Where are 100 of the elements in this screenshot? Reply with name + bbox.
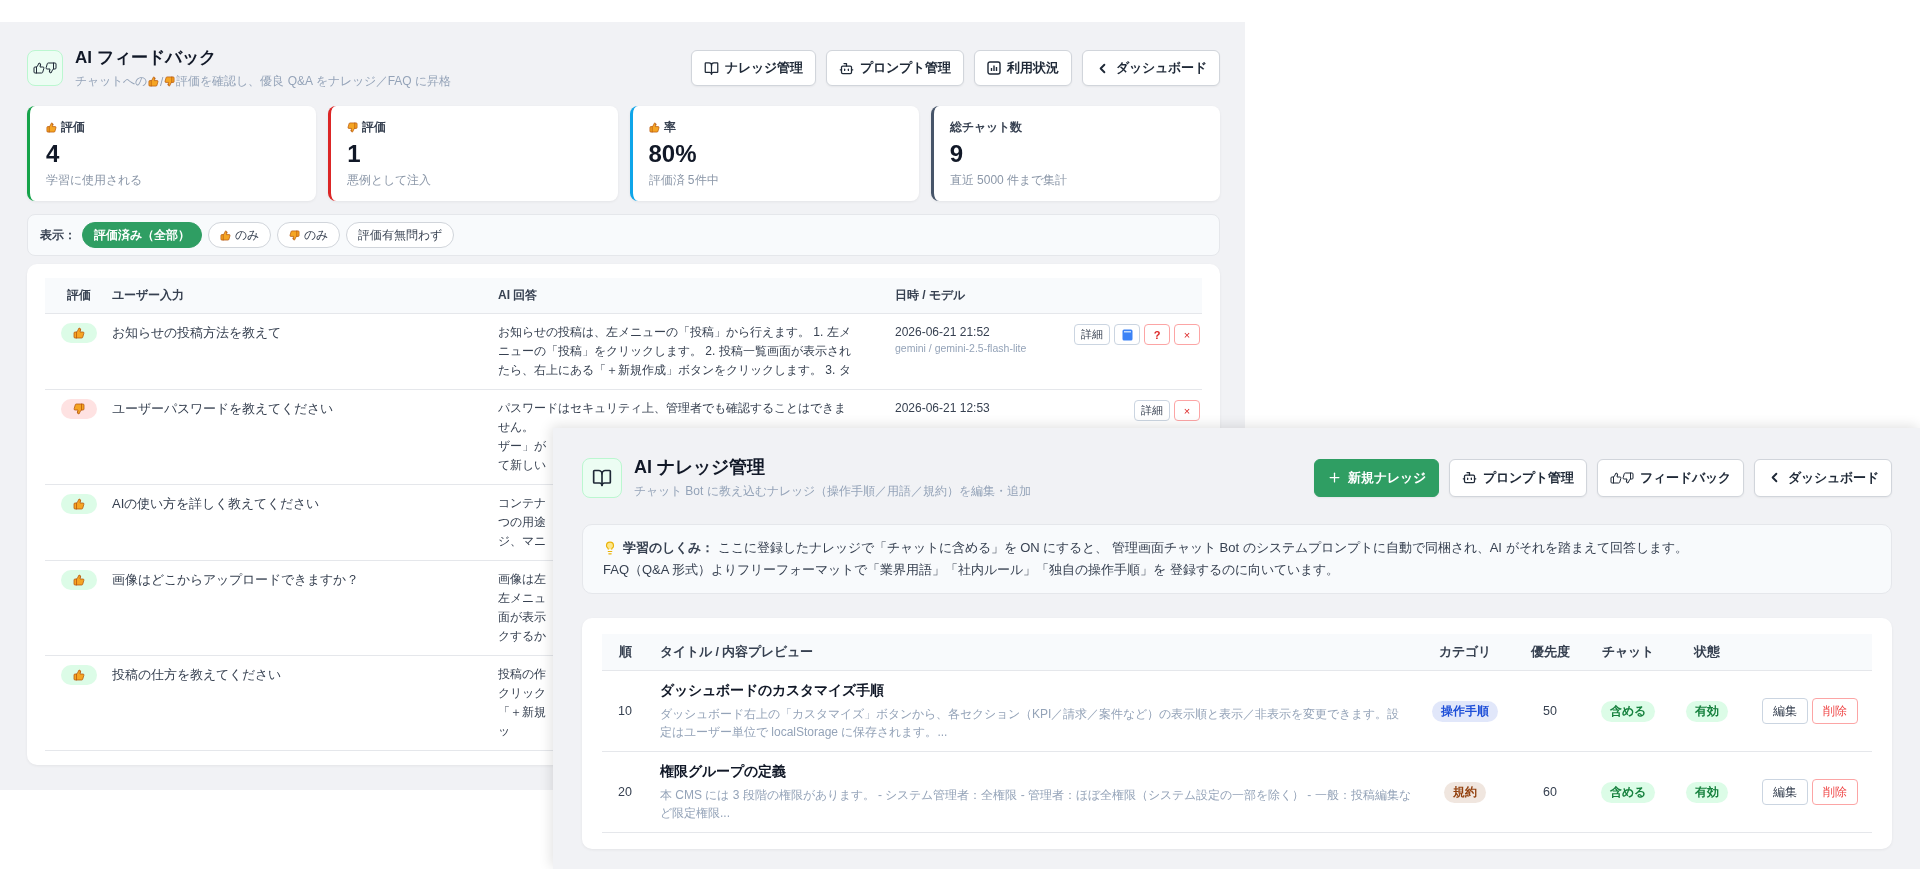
chat-tag: 含める xyxy=(1601,700,1655,722)
column-header: 評価 xyxy=(65,287,92,304)
thumbs-up-icon xyxy=(72,574,85,586)
status-tag: 有効 xyxy=(1686,700,1728,722)
filter-chip[interactable]: のみ xyxy=(277,222,340,248)
answer-text: パスワードはセキュリティ上、管理者でも確認することはできま xyxy=(498,400,846,417)
nav-button[interactable]: ナレッジ管理 xyxy=(691,50,816,86)
date-text: 2026-06-21 21:52 xyxy=(895,324,991,341)
column-header: ユーザー入力 xyxy=(112,287,185,304)
lightbulb-icon xyxy=(603,541,617,555)
delete-button[interactable]: 削除 xyxy=(1812,698,1858,724)
answer-text: 投稿の作 xyxy=(498,666,546,683)
answer-text: つの用途 xyxy=(498,514,546,531)
stat-value: 1 xyxy=(347,140,362,168)
nav-button[interactable]: プロンプト管理 xyxy=(1449,458,1587,497)
delete-button[interactable]: × xyxy=(1174,324,1200,345)
nav-button[interactable]: フィードバック xyxy=(1597,458,1744,497)
order-cell-text: 10 xyxy=(617,704,633,718)
book-icon xyxy=(704,60,719,76)
nav-button[interactable]: ダッシュボード xyxy=(1754,458,1892,497)
filter-chip[interactable]: のみ xyxy=(208,222,271,248)
answer-text: 画像は左 xyxy=(498,571,546,588)
question-text: 画像はどこからアップロードできますか？ xyxy=(112,571,360,589)
answer-text: て新しい xyxy=(498,457,546,474)
thumbs-icon xyxy=(1610,471,1634,484)
stat-label: 率 xyxy=(663,119,676,136)
stat-label: 総チャット数 xyxy=(949,119,1022,136)
book-icon xyxy=(1121,328,1133,341)
column-header: AI 回答 xyxy=(498,287,539,304)
plus-icon xyxy=(1327,470,1342,485)
answer-text: お知らせの投稿は、左メニューの「投稿」から行えます。 1. 左メ xyxy=(498,324,851,341)
filter-label: 表示： xyxy=(40,226,76,244)
answer-text: クするか xyxy=(498,628,546,645)
model-text: gemini / gemini-2.5-flash-lite xyxy=(895,342,1028,354)
stat-note: 直近 5000 件まで集計 xyxy=(949,172,1069,189)
detail-button[interactable]: 詳細 xyxy=(1134,400,1170,421)
column-header: タイトル / 内容プレビュー xyxy=(659,643,815,661)
thumbs-up-icon xyxy=(648,122,660,133)
add-faq-button[interactable]: ? xyxy=(1144,324,1170,345)
thumbs-down-icon xyxy=(289,229,300,241)
answer-text: 面が表示 xyxy=(498,609,546,626)
status-tag: 有効 xyxy=(1686,781,1728,803)
page-title: AI ナレッジ管理 xyxy=(634,456,766,479)
priority-cell-text: 60 xyxy=(1542,785,1558,799)
column-header: 日時 / モデル xyxy=(895,287,966,304)
delete-button[interactable]: × xyxy=(1174,400,1200,421)
answer-text: 「＋新規 xyxy=(498,704,546,721)
thumbs-up-icon xyxy=(72,669,85,681)
info-text: FAQ（Q&A 形式）よりフリーフォーマットで「業界用語」「社内ルール」「独自の操作手順」を 登録するのに向いています。 xyxy=(603,561,1339,579)
question-text: 投稿の仕方を教えてください xyxy=(112,666,282,684)
knowledge-title: ダッシュボードのカスタマイズ手順 xyxy=(660,681,885,700)
stat-note: 学習に使用される xyxy=(46,172,143,189)
edit-button[interactable]: 編集 xyxy=(1762,779,1808,805)
column-header: チャット xyxy=(1601,643,1655,661)
answer-text: 左メニュ xyxy=(498,590,546,607)
stat-value: 9 xyxy=(949,140,965,168)
answer-text: せん。 xyxy=(498,419,534,436)
detail-button[interactable]: 詳細 xyxy=(1074,324,1110,345)
knowledge-title: 権限グループの定義 xyxy=(660,762,787,781)
robot-icon xyxy=(839,60,854,76)
book-icon xyxy=(592,467,612,488)
answer-text: ッ xyxy=(498,723,510,740)
subtitle-text: / xyxy=(160,74,164,89)
column-header: カテゴリ xyxy=(1437,643,1492,661)
chart-icon xyxy=(987,61,1001,75)
page-title: AI フィードバック xyxy=(75,47,217,69)
delete-button[interactable]: 削除 xyxy=(1812,779,1858,805)
date-text: 2026-06-21 12:53 xyxy=(895,400,991,417)
preview-text: 本 CMS には 3 段階の権限があります。 - システム管理者：全権限 - 管理者：ほぼ全権限（システム設定の一部を除く） - 一般：投稿編集など限定権限... xyxy=(660,786,1411,822)
answer-text: ニューの「投稿」をクリックします。 2. 投稿一覧画面が表示され xyxy=(498,343,851,360)
question-text: お知らせの投稿方法を教えて xyxy=(112,324,282,342)
stat-label: 評価 xyxy=(362,119,387,136)
nav-button[interactable]: ダッシュボード xyxy=(1082,50,1220,86)
column-header: 状態 xyxy=(1692,643,1721,661)
stat-value: 4 xyxy=(46,140,61,168)
question-text: AIの使い方を詳しく教えてください xyxy=(112,495,321,513)
nav-button[interactable]: 利用状況 xyxy=(974,50,1072,86)
column-header: 順 xyxy=(617,643,633,661)
nav-button[interactable]: プロンプト管理 xyxy=(826,50,964,86)
stat-note: 悪例として注入 xyxy=(347,172,433,189)
add-knowledge-button[interactable] xyxy=(1114,324,1140,345)
info-text: 学習のしくみ： ここに登録したナレッジで「チャットに含める」を ON にすると、 管理画面チャット Bot のシステムプロンプトに自動で同梱され、AI がそれを踏まえて回答します。 xyxy=(623,539,1688,557)
column-header: 優先度 xyxy=(1529,643,1571,661)
category-tag: 操作手順 xyxy=(1431,700,1498,722)
thumbs-down-icon xyxy=(72,403,85,415)
answer-text: ザー」が xyxy=(498,438,546,455)
filter-chip[interactable]: 評価有無問わず xyxy=(346,222,454,248)
answer-text: ジ、マニ xyxy=(498,533,546,550)
thumbs-up-icon xyxy=(72,327,85,339)
subtitle-text: 評価を確認し、優良 Q&A をナレッジ／FAQ に昇格 xyxy=(176,73,452,90)
question-text: ユーザーパスワードを教えてください xyxy=(112,400,334,418)
answer-text: コンテナ xyxy=(498,495,546,512)
thumbs-icon xyxy=(33,62,57,74)
edit-button[interactable]: 編集 xyxy=(1762,698,1808,724)
stat-value: 80% xyxy=(648,140,698,168)
thumbs-up-icon xyxy=(46,122,57,133)
stat-note: 評価済 5件中 xyxy=(648,172,720,189)
order-cell-text: 20 xyxy=(617,785,633,799)
answer-text: たら、右上にある「＋新規作成」ボタンをクリックします。 3. タ xyxy=(498,362,851,379)
chat-tag: 含める xyxy=(1601,781,1655,803)
